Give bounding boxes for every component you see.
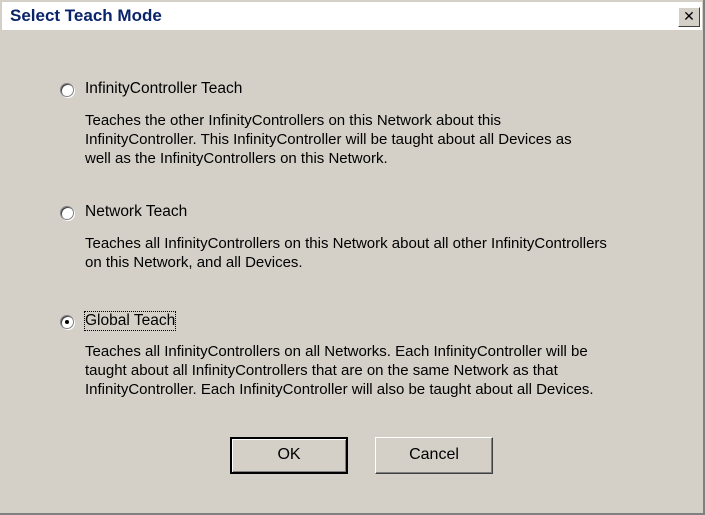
description-line: InfinityController. This InfinityControl…	[85, 131, 572, 148]
ok-button[interactable]: OK	[230, 437, 348, 474]
description-line: well as the InfinityControllers on this …	[85, 150, 388, 167]
cancel-button[interactable]: Cancel	[375, 437, 493, 474]
title-bar[interactable]: Select Teach Mode ✕	[2, 2, 702, 30]
description-line: Teaches the other InfinityControllers on…	[85, 112, 502, 129]
description-line: on this Network, and all Devices.	[85, 254, 303, 271]
description-line: Teaches all InfinityControllers on all N…	[85, 343, 588, 360]
option-label[interactable]: InfinityController Teach	[85, 80, 242, 98]
option-description: Teaches all InfinityControllers on this …	[85, 234, 685, 272]
radio-global-teach[interactable]	[60, 315, 74, 329]
radio-infinitycontroller-teach[interactable]	[60, 83, 74, 97]
option-description: Teaches the other InfinityControllers on…	[85, 111, 685, 168]
close-icon: ✕	[683, 9, 695, 25]
description-line: Teaches all InfinityControllers on this …	[85, 235, 607, 252]
dialog-title: Select Teach Mode	[10, 6, 162, 25]
close-button[interactable]: ✕	[678, 7, 700, 27]
option-label[interactable]: Network Teach	[85, 203, 187, 221]
description-line: taught about all InfinityControllers tha…	[85, 362, 558, 379]
radio-network-teach[interactable]	[60, 206, 74, 220]
description-line: InfinityController. Each InfinityControl…	[85, 381, 594, 398]
option-label[interactable]: Global Teach	[83, 311, 177, 331]
select-teach-mode-dialog: Select Teach Mode ✕ InfinityController T…	[0, 0, 705, 515]
option-description: Teaches all InfinityControllers on all N…	[85, 342, 685, 399]
radio-selected-dot	[65, 320, 69, 324]
